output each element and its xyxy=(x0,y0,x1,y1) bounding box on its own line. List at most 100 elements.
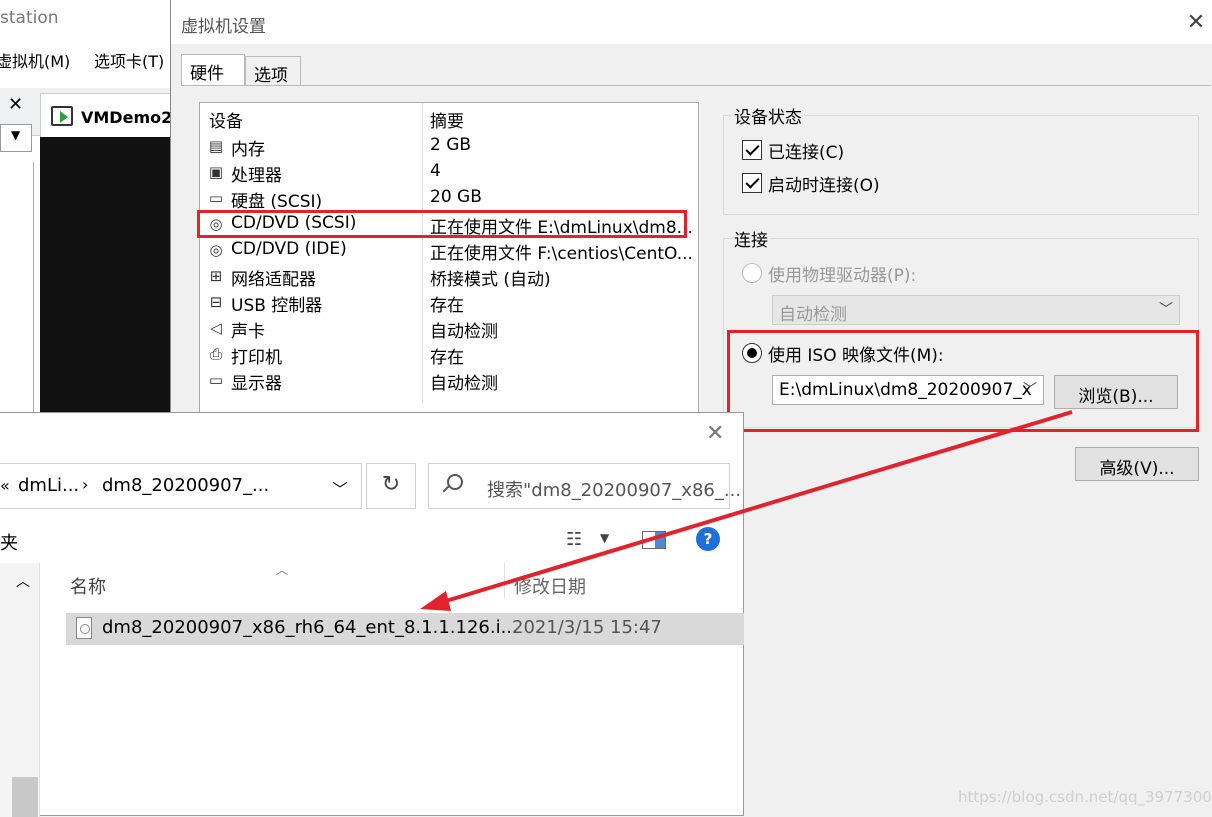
refresh-button[interactable]: ↻ xyxy=(366,463,416,509)
device-name: USB 控制器 xyxy=(231,296,323,316)
search-icon xyxy=(447,474,463,490)
device-row-harddisk[interactable]: ▭ 硬盘 (SCSI) 20 GB xyxy=(200,185,698,212)
sort-ascending-icon: ︿ xyxy=(276,563,289,577)
tab-options[interactable]: 选项 xyxy=(245,56,301,86)
navigation-pane[interactable]: ︿ xyxy=(0,563,40,817)
help-icon[interactable]: ? xyxy=(696,527,720,551)
search-placeholder: 搜索"dm8_20200907_x86_... xyxy=(487,480,742,501)
device-summary: 4 xyxy=(430,161,441,181)
breadcrumb[interactable]: « dmLi... › dm8_20200907_... ﹀ xyxy=(0,463,362,509)
highlight-iso-option xyxy=(727,330,1199,432)
scrollbar-thumb[interactable] xyxy=(12,777,38,817)
connection-label: 连接 xyxy=(732,226,770,251)
chevron-down-icon[interactable]: ﹀ xyxy=(332,476,348,500)
menu-tabs[interactable]: 选项卡(T) xyxy=(94,48,164,72)
column-header-summary[interactable]: 摘要 xyxy=(430,107,464,132)
harddisk-icon: ▭ xyxy=(208,189,224,207)
sound-icon: ◁ xyxy=(210,319,222,337)
device-name: CD/DVD (IDE) xyxy=(231,239,347,259)
device-row-sound[interactable]: ◁ 声卡 自动检测 xyxy=(200,315,698,342)
workstation-title: station xyxy=(0,8,59,28)
breadcrumb-parent[interactable]: dmLi... xyxy=(18,475,79,496)
device-name: 声卡 xyxy=(231,322,265,342)
close-icon[interactable]: ✕ xyxy=(1180,10,1212,35)
device-summary: 20 GB xyxy=(430,187,482,207)
vm-screen[interactable] xyxy=(40,137,174,417)
file-row[interactable]: dm8_20200907_x86_rh6_64_ent_8.1.1.126.i.… xyxy=(66,613,744,645)
connect-at-power-on-label[interactable]: 启动时连接(O) xyxy=(768,171,880,196)
memory-icon: ▤ xyxy=(208,137,224,155)
dialog-title: 虚拟机设置 xyxy=(181,17,266,37)
device-summary: 存在 xyxy=(430,348,464,368)
breadcrumb-current[interactable]: dm8_20200907_... xyxy=(102,475,269,496)
device-summary: 自动检测 xyxy=(430,374,498,394)
device-summary: 2 GB xyxy=(430,135,472,155)
device-status-label: 设备状态 xyxy=(732,103,804,128)
connect-at-power-on-checkbox[interactable] xyxy=(742,173,762,193)
column-header-device[interactable]: 设备 xyxy=(209,107,243,132)
vm-play-icon xyxy=(51,106,73,126)
library-panel xyxy=(0,162,34,422)
close-icon[interactable]: ✕ xyxy=(8,94,23,115)
display-icon: ▭ xyxy=(208,371,224,389)
network-adapter-icon: ⊞ xyxy=(209,267,223,285)
view-options-icon[interactable]: ☷ xyxy=(566,529,582,550)
highlight-cd-dvd-row xyxy=(197,210,687,238)
connected-checkbox[interactable] xyxy=(742,140,762,160)
tab-vmdemo2[interactable]: VMDemo2 xyxy=(40,93,180,137)
device-row-cd-dvd-ide[interactable]: ◎ CD/DVD (IDE) 正在使用文件 F:\centios\CentO..… xyxy=(200,237,698,264)
device-name: 内存 xyxy=(231,140,265,160)
file-modified-date: 2021/3/15 15:47 xyxy=(512,617,662,638)
column-divider[interactable] xyxy=(504,563,505,599)
device-row-memory[interactable]: ▤ 内存 2 GB xyxy=(200,133,698,160)
iso-file-icon xyxy=(76,617,92,639)
device-name: 处理器 xyxy=(231,166,282,186)
watermark: https://blog.csdn.net/qq_39773004 xyxy=(958,788,1212,806)
device-row-processor[interactable]: ▣ 处理器 4 xyxy=(200,159,698,186)
chevron-down-icon[interactable]: ▼ xyxy=(600,531,609,545)
physical-drive-radio[interactable] xyxy=(742,263,762,283)
physical-drive-value: 自动检测 xyxy=(779,305,847,325)
device-row-display[interactable]: ▭ 显示器 自动检测 xyxy=(200,367,698,394)
connected-label[interactable]: 已连接(C) xyxy=(768,138,844,163)
device-name: 显示器 xyxy=(231,374,282,394)
close-icon[interactable]: ✕ xyxy=(706,421,724,446)
chevron-down-icon: ▼ xyxy=(11,128,21,142)
file-browse-dialog: ✕ « dmLi... › dm8_20200907_... ﹀ ↻ 搜索"dm… xyxy=(0,412,744,817)
device-name: 打印机 xyxy=(231,348,282,368)
refresh-icon: ↻ xyxy=(381,472,401,497)
physical-drive-label[interactable]: 使用物理驱动器(P): xyxy=(768,261,916,286)
breadcrumb-overflow[interactable]: « xyxy=(0,476,10,495)
device-list[interactable]: 设备 摘要 ▤ 内存 2 GB ▣ 处理器 4 ▭ 硬盘 (SCSI) 20 G… xyxy=(199,102,699,422)
processor-icon: ▣ xyxy=(208,163,224,181)
tab-label: VMDemo2 xyxy=(81,108,173,127)
dialog-titlebar: 虚拟机设置 ✕ xyxy=(171,0,1212,44)
column-header-modified[interactable]: 修改日期 xyxy=(514,573,586,599)
preview-pane-icon[interactable] xyxy=(642,531,666,549)
breadcrumb-separator-icon[interactable]: › xyxy=(82,475,88,494)
new-folder-button[interactable]: 夹 xyxy=(0,529,18,555)
device-row-printer[interactable]: ⎙ 打印机 存在 xyxy=(200,341,698,368)
device-row-network-adapter[interactable]: ⊞ 网络适配器 桥接模式 (自动) xyxy=(200,263,698,290)
device-status-group: 设备状态 已连接(C) 启动时连接(O) xyxy=(723,103,1199,215)
advanced-button[interactable]: 高级(V)... xyxy=(1075,447,1199,481)
chevron-down-icon: ﹀ xyxy=(1159,302,1173,318)
menu-vm[interactable]: 虚拟机(M) xyxy=(0,48,70,72)
device-summary: 存在 xyxy=(430,296,464,316)
file-name: dm8_20200907_x86_rh6_64_ent_8.1.1.126.i.… xyxy=(102,617,518,638)
cd-dvd-icon: ◎ xyxy=(209,241,223,259)
device-summary: 正在使用文件 F:\centios\CentO... xyxy=(430,244,692,264)
library-dropdown[interactable]: ▼ xyxy=(0,124,32,152)
device-summary: 自动检测 xyxy=(430,322,498,342)
search-input[interactable]: 搜索"dm8_20200907_x86_... xyxy=(428,463,741,509)
device-list-header: 设备 摘要 xyxy=(200,103,698,132)
column-header-name[interactable]: 名称 xyxy=(70,573,106,599)
scroll-up-icon[interactable]: ︿ xyxy=(16,571,30,591)
physical-drive-select[interactable]: 自动检测 ﹀ xyxy=(772,295,1180,325)
tab-hardware[interactable]: 硬件 xyxy=(181,54,245,86)
usb-icon: ⊟ xyxy=(209,293,223,311)
device-summary: 桥接模式 (自动) xyxy=(430,270,551,290)
device-row-usb[interactable]: ⊟ USB 控制器 存在 xyxy=(200,289,698,316)
device-name: 硬盘 (SCSI) xyxy=(231,192,323,212)
printer-icon: ⎙ xyxy=(209,345,222,363)
